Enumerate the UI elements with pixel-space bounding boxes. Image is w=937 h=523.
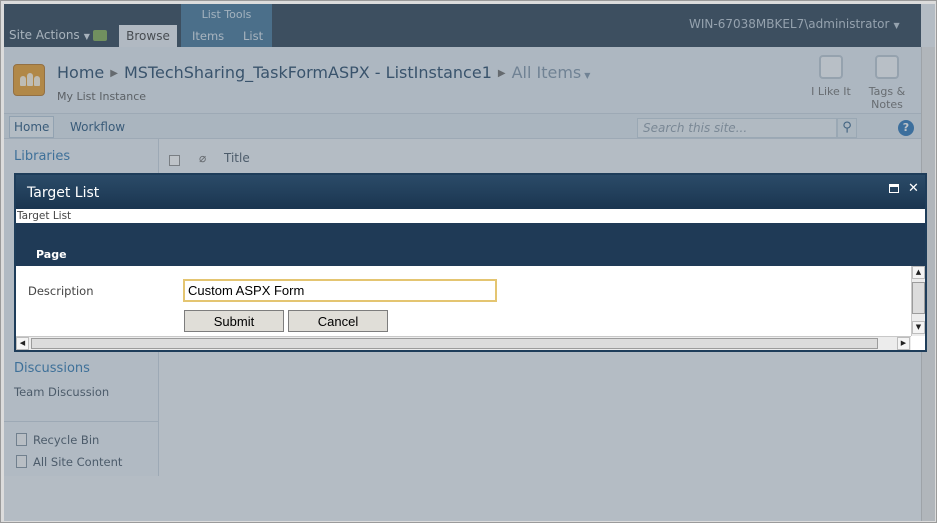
description-field[interactable] <box>183 279 497 302</box>
sharepoint-page: Site Actions ▼ Browse List Tools Items Li… <box>4 4 935 521</box>
scroll-left-icon[interactable]: ◀ <box>16 337 29 350</box>
dialog-horizontal-scrollbar[interactable]: ◀ ▶ <box>16 336 911 350</box>
description-label: Description <box>28 284 94 298</box>
dialog-ribbon: Page <box>16 223 925 266</box>
dialog-form: Description Submit Cancel <box>16 266 911 336</box>
scroll-up-icon[interactable]: ▲ <box>912 266 925 279</box>
scroll-down-icon[interactable]: ▼ <box>912 321 925 334</box>
cancel-button[interactable]: Cancel <box>288 310 388 332</box>
dialog-vertical-scrollbar[interactable]: ▲ ▼ <box>911 266 925 336</box>
submit-button[interactable]: Submit <box>184 310 284 332</box>
scroll-right-icon[interactable]: ▶ <box>897 337 910 350</box>
dialog-page-title: Target List <box>16 209 925 223</box>
close-icon[interactable]: ✕ <box>908 181 919 196</box>
dialog-title: Target List <box>27 185 100 201</box>
tab-page[interactable]: Page <box>36 248 67 261</box>
scroll-thumb[interactable] <box>31 338 878 349</box>
browser-frame: Site Actions ▼ Browse List Tools Items Li… <box>0 0 937 523</box>
dialog-title-bar: Target List ✕ <box>16 175 925 209</box>
scroll-thumb[interactable] <box>912 282 925 314</box>
maximize-icon[interactable] <box>889 184 899 193</box>
target-list-dialog: Target List ✕ Target List Page Descripti… <box>14 173 927 352</box>
